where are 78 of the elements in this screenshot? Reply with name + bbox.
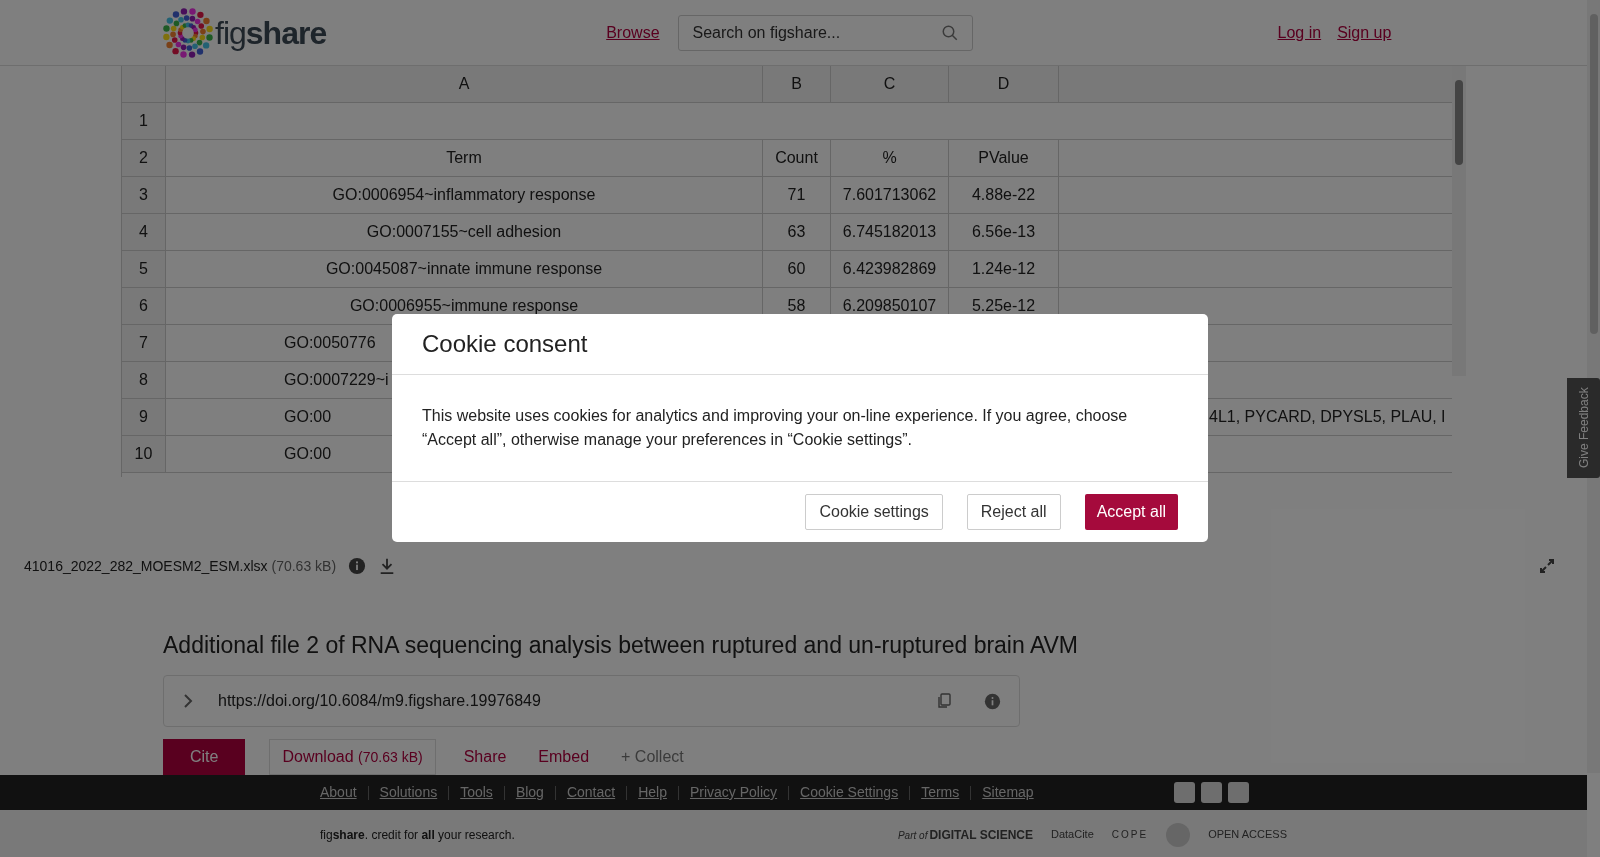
info-icon[interactable]	[984, 692, 1001, 710]
search-icon[interactable]	[940, 23, 959, 42]
footer-link[interactable]: Privacy Policy	[689, 782, 778, 803]
partner-logo[interactable]: DataCite	[1051, 826, 1094, 843]
cite-button[interactable]: Cite	[163, 739, 246, 775]
row-number: 1	[122, 103, 166, 139]
column-header[interactable]: B	[763, 66, 831, 102]
info-icon[interactable]	[348, 557, 367, 575]
row-number: 6	[122, 288, 166, 324]
partner-logo[interactable]: DIGITAL SCIENCE	[929, 825, 1033, 844]
search-field[interactable]: Search on figshare...	[677, 14, 973, 51]
browse-link[interactable]: Browse	[606, 20, 660, 45]
dialog-title: Cookie consent	[422, 329, 588, 359]
table-cell: PValue	[949, 140, 1059, 176]
table-cell: 63	[763, 214, 831, 250]
table-cell-text: GO:0007229~i	[284, 370, 389, 390]
feedback-tab[interactable]: Give Feedback	[1567, 378, 1600, 478]
footer-link[interactable]: Blog	[515, 782, 544, 803]
partner-logo[interactable]: COPE	[1111, 827, 1149, 842]
action-link[interactable]: Embed	[534, 739, 594, 775]
table-cell: %	[831, 140, 949, 176]
table-cell: Count	[763, 140, 831, 176]
table-cell: 7.601713062	[831, 177, 949, 213]
row-number: 7	[122, 325, 166, 361]
row-number: 3	[122, 177, 166, 213]
doi-link[interactable]: https://doi.org/10.6084/m9.figshare.19976849	[218, 689, 936, 713]
row-number: 10	[122, 436, 166, 472]
footer-link[interactable]: Cookie Settings	[800, 782, 899, 803]
footer-link[interactable]: Solutions	[379, 782, 438, 803]
row-number: 9	[122, 399, 166, 435]
item-title: Additional file 2 of RNA sequencing analysis between ruptured and un-ruptured brain AVM	[163, 631, 1080, 659]
copy-icon[interactable]	[936, 693, 952, 709]
partner-logo[interactable]: OPEN ACCESS	[1208, 826, 1287, 843]
accept-button[interactable]: Accept all	[1084, 494, 1178, 530]
download-button[interactable]: Download (70.63 kB)	[269, 739, 436, 775]
tagline: figshare. credit for all your research.	[320, 826, 515, 844]
table-cell-text: GO:0050776	[284, 333, 376, 353]
table-cell-text: GO:00	[284, 407, 332, 427]
table-cell: 4.88e-22	[949, 177, 1059, 213]
logo-icon	[163, 7, 213, 58]
table-cell: GO:0045087~innate immune response	[166, 251, 763, 287]
table-cell: 6.423982869	[831, 251, 949, 287]
footer-link[interactable]: About	[320, 782, 357, 803]
table-cell: 6.745182013	[831, 214, 949, 250]
action-link[interactable]: Share	[459, 739, 511, 775]
column-header[interactable]: D	[949, 66, 1059, 102]
chevron-icon[interactable]	[182, 693, 194, 709]
footer-link[interactable]: Help	[638, 782, 667, 803]
table-cell: 1.24e-12	[949, 251, 1059, 287]
table-cell-text: GO:00	[284, 444, 332, 464]
modal-button[interactable]: Reject all	[966, 494, 1061, 530]
file-name: 41016_2022_282_MOESM2_ESM.xlsx (70.63 kB)	[24, 556, 337, 576]
modal-button[interactable]: Cookie settings	[805, 494, 943, 530]
collect-button[interactable]: + Collect	[617, 739, 688, 775]
fullscreen-icon[interactable]	[1539, 558, 1555, 574]
scrollbar[interactable]	[1452, 66, 1466, 376]
dialog-text: This website uses cookies for analytics and improving your on-line experience. If you agree, choose “Accept all”, otherwise manage your preferences in “Cookie settings”.	[422, 406, 1129, 450]
table-cell-text: 4L1, PYCARD, DPYSL5, PLAU, I	[1209, 407, 1446, 427]
table-cell: 71	[763, 177, 831, 213]
table-cell: Term	[166, 140, 763, 176]
footer-link[interactable]: Tools	[460, 782, 493, 803]
logo-text[interactable]: figshare	[215, 8, 327, 57]
row-number: 8	[122, 362, 166, 398]
row-number: 5	[122, 251, 166, 287]
partner-logo[interactable]: Part of	[897, 827, 928, 843]
auth-link[interactable]: Log in	[1277, 20, 1322, 45]
footer-link[interactable]: Sitemap	[982, 782, 1034, 803]
column-header[interactable]: A	[166, 66, 763, 102]
table-cell: 6.56e-13	[949, 214, 1059, 250]
table-cell: GO:0007155~cell adhesion	[166, 214, 763, 250]
row-number: 2	[122, 140, 166, 176]
row-number: 4	[122, 214, 166, 250]
column-header[interactable]: C	[831, 66, 949, 102]
footer-link[interactable]: Contact	[566, 782, 616, 803]
footer-link[interactable]: Terms	[921, 782, 960, 803]
table-cell: GO:0006954~inflammatory response	[166, 177, 763, 213]
table-cell: 60	[763, 251, 831, 287]
auth-link[interactable]: Sign up	[1337, 20, 1392, 45]
